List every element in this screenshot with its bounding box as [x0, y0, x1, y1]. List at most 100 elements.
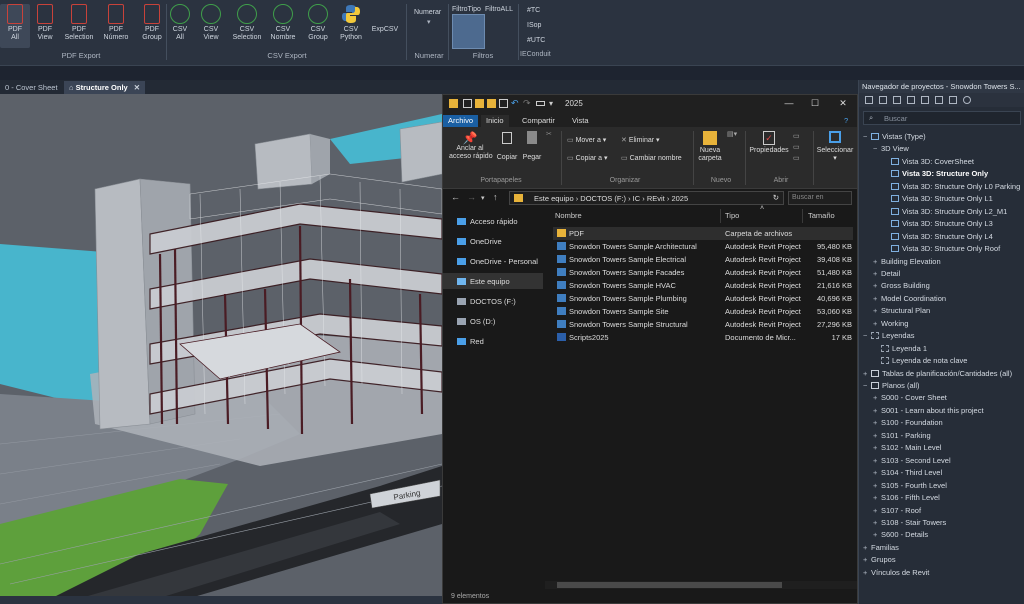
nav-item-1[interactable]: Acceso rápido	[443, 213, 543, 229]
nav-item-3[interactable]: OneDrive - Personal	[443, 253, 543, 269]
filtro-highlight[interactable]	[452, 14, 485, 49]
expand-icon[interactable]: +	[873, 319, 881, 328]
sheet-icon[interactable]	[893, 96, 901, 104]
browser-tree-item[interactable]: + Gross Building	[873, 281, 930, 293]
numerar-dropdown[interactable]: Numerar	[414, 9, 441, 16]
browser-tree-item[interactable]: Vista 3D: CoverSheet	[883, 157, 974, 169]
ribbon-button-5[interactable]: PDF Group	[137, 4, 167, 48]
nav-item-6[interactable]: OS (D:)	[443, 313, 543, 329]
open-options-icon[interactable]: ▭ ▭ ▭	[793, 131, 800, 164]
nav-item-2[interactable]: OneDrive	[443, 233, 543, 249]
collapse-icon[interactable]: −	[873, 144, 881, 153]
expand-icon[interactable]: +	[873, 306, 881, 315]
chevron-down-icon[interactable]: ▾	[549, 99, 558, 108]
browser-tree-item[interactable]: + S104 - Third Level	[873, 468, 942, 480]
tc-tool[interactable]: #TC	[527, 7, 540, 14]
tab-structure-only[interactable]: ⌂ Structure Only ✕	[64, 81, 146, 94]
expand-icon[interactable]: +	[863, 543, 871, 552]
expand-icon[interactable]: +	[873, 431, 881, 440]
browser-tree-item[interactable]: Vista 3D: Structure Only	[883, 169, 988, 181]
breadcrumb-2[interactable]: DOCTOS (F:)	[580, 194, 626, 203]
file-row[interactable]: Snowdon Towers Sample Site Autodesk Revit…	[553, 305, 853, 318]
browser-tree-item[interactable]: − Vistas (Type)	[863, 132, 926, 144]
move-to-button[interactable]: ▭ Mover a ▾	[567, 137, 606, 145]
column-header-type[interactable]: Tipo	[725, 211, 739, 220]
browser-tree-item[interactable]: + Familias	[863, 543, 899, 555]
browser-tree-item[interactable]: Vista 3D: Structure Only L2_M1	[883, 207, 1007, 219]
browser-tree-item[interactable]: + S102 - Main Level	[873, 443, 941, 455]
browser-tree-item[interactable]: Vista 3D: Structure Only Roof	[883, 244, 1000, 256]
expand-icon[interactable]: +	[873, 506, 881, 515]
chevron-down-icon[interactable]: ▾	[481, 194, 485, 202]
browser-tree-item[interactable]: + S101 - Parking	[873, 431, 931, 443]
file-row[interactable]: Snowdon Towers Sample Electrical Autodesk…	[553, 253, 853, 266]
collapse-icon[interactable]: −	[863, 132, 871, 141]
breadcrumb-3[interactable]: IC	[633, 194, 641, 203]
copy-to-button[interactable]: ▭ Copiar a ▾	[567, 155, 608, 163]
browser-tree-item[interactable]: + Structural Plan	[873, 306, 930, 318]
browser-tree-item[interactable]: + S106 - Fifth Level	[873, 493, 940, 505]
tab-cover-sheet[interactable]: 0 - Cover Sheet	[0, 81, 63, 94]
collapse-icon[interactable]: −	[863, 381, 871, 390]
up-arrow-icon[interactable]: ↑	[493, 192, 498, 202]
nav-item-7[interactable]: Red	[443, 333, 543, 349]
tab-inicio[interactable]: Inicio	[481, 115, 509, 127]
browser-tree-item[interactable]: + S108 - Stair Towers	[873, 518, 946, 530]
file-row[interactable]: Snowdon Towers Sample Architectural Autod…	[553, 240, 853, 253]
pin-quick-access-button[interactable]: 📌 Anclar al acceso rápido	[449, 131, 493, 161]
utc-tool[interactable]: #UTC	[527, 37, 545, 44]
expand-icon[interactable]: +	[863, 369, 871, 378]
expand-icon[interactable]: +	[873, 443, 881, 452]
isop-tool[interactable]: ISop	[527, 22, 541, 29]
browser-tree-item[interactable]: Leyenda 1	[873, 344, 927, 356]
breadcrumb-5[interactable]: 2025	[671, 194, 688, 203]
file-row[interactable]: Snowdon Towers Sample Plumbing Autodesk R…	[553, 292, 853, 305]
minimize-icon[interactable]: —	[777, 98, 801, 108]
tab-archivo[interactable]: Archivo	[443, 115, 479, 127]
column-header-size[interactable]: Tamaño	[808, 211, 835, 220]
file-row[interactable]: PDF Carpeta de archivos	[553, 227, 853, 240]
elevation-icon[interactable]	[935, 96, 943, 104]
expand-icon[interactable]: +	[873, 493, 881, 502]
ieconduit-tool[interactable]: IEConduit	[520, 51, 551, 58]
browser-tree-item[interactable]: −3D View	[873, 144, 909, 156]
maximize-icon[interactable]: ☐	[803, 98, 827, 109]
section-icon[interactable]	[921, 96, 929, 104]
browser-tree-item[interactable]: + S100 - Foundation	[873, 418, 943, 430]
expand-icon[interactable]: +	[873, 281, 881, 290]
ribbon-button-4[interactable]: PDF Número	[101, 4, 131, 48]
refresh-icon[interactable]: ↻	[773, 193, 779, 202]
new-item-icon[interactable]: ▤▾	[727, 131, 737, 139]
properties-icon[interactable]	[463, 99, 472, 108]
3d-view-icon[interactable]	[949, 96, 957, 104]
rename-icon[interactable]	[536, 101, 545, 106]
search-input[interactable]: Buscar en	[788, 191, 852, 205]
browser-tree-item[interactable]: Vista 3D: Structure Only L4	[883, 232, 993, 244]
close-icon[interactable]: ✕	[831, 98, 855, 109]
expand-icon[interactable]: +	[873, 393, 881, 402]
horizontal-scrollbar[interactable]	[545, 581, 857, 589]
rename-button[interactable]: ▭ Cambiar nombre	[621, 155, 682, 163]
expand-icon[interactable]: +	[863, 555, 871, 564]
browser-tree-item[interactable]: Vista 3D: Structure Only L3	[883, 219, 993, 231]
browser-tree-item[interactable]: + Vínculos de Revit	[863, 568, 929, 580]
file-row[interactable]: Snowdon Towers Sample HVAC Autodesk Revit…	[553, 279, 853, 292]
ribbon-button-3[interactable]: PDF Selection	[60, 4, 98, 48]
browser-tree-item[interactable]: Leyenda de nota clave	[873, 356, 967, 368]
browser-tree-item[interactable]: + S105 - Fourth Level	[873, 481, 947, 493]
expand-icon[interactable]: +	[873, 418, 881, 427]
browser-tree-item[interactable]: + Working	[873, 319, 908, 331]
3d-viewport[interactable]: Parking	[0, 94, 442, 604]
folder-icon[interactable]	[487, 99, 496, 108]
new-folder-icon[interactable]	[475, 99, 484, 108]
tab-vista[interactable]: Vista	[567, 115, 594, 127]
file-row[interactable]: Scripts2025 Documento de Micr... 17 KB	[553, 331, 853, 344]
nav-item-5[interactable]: DOCTOS (F:)	[443, 293, 543, 309]
file-row[interactable]: Snowdon Towers Sample Facades Autodesk Re…	[553, 266, 853, 279]
expand-icon[interactable]: +	[863, 568, 871, 577]
ribbon-button-12[interactable]: ExpCSV	[370, 4, 400, 48]
breadcrumb-1[interactable]: Este equipo	[534, 194, 574, 203]
browser-search-input[interactable]: ⌕ Buscar	[863, 111, 1021, 125]
browser-tree-item[interactable]: − Leyendas	[863, 331, 915, 343]
browser-tree-item[interactable]: + S000 - Cover Sheet	[873, 393, 947, 405]
